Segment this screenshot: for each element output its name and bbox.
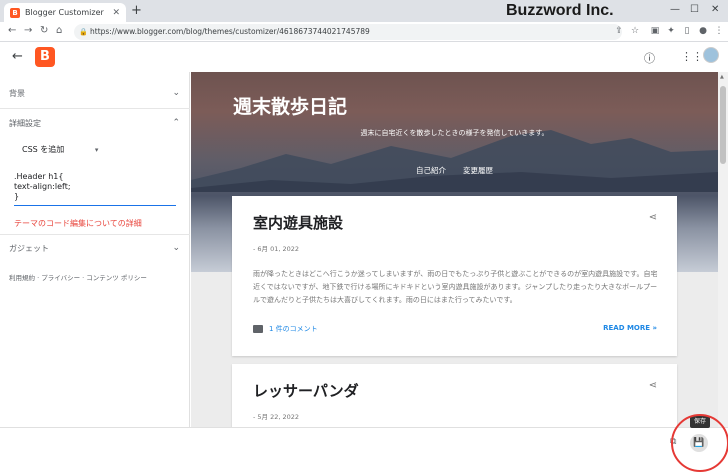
profile-icon[interactable]: ● (698, 26, 708, 36)
comments-link[interactable]: 1 件のコメント (269, 324, 318, 334)
blog-description: 週末に自宅近くを散歩したときの様子を発信していきます。 (360, 129, 549, 137)
post-card: 室内遊具施設 ⋖ - 6月 01, 2022 雨が降ったときはどこへ行こうか迷っ… (232, 196, 677, 356)
code-edit-help-link[interactable]: テーマのコード編集についての詳細 (14, 218, 142, 229)
tab-title: Blogger Customizer (25, 8, 104, 17)
divider (0, 234, 190, 235)
blogger-favicon: B (10, 7, 20, 18)
preview-scrollbar[interactable]: ▲ (718, 72, 728, 427)
blog-preview: 週末散歩日記 週末に自宅近くを散歩したときの様子を発信していきます。 自己紹介 … (191, 72, 718, 427)
close-tab-icon[interactable]: ✕ (112, 8, 120, 18)
section-background[interactable]: 背景 ⌄ (0, 88, 190, 99)
blogger-app-bar: ← B ⓘ ⋮⋮ (0, 42, 728, 72)
divider (0, 108, 190, 109)
extension-icon[interactable]: ▣ (650, 26, 660, 36)
forward-arrow-icon[interactable]: → (24, 25, 32, 36)
nav-link-history[interactable]: 変更履歴 (463, 165, 493, 176)
maximize-icon[interactable]: ☐ (690, 4, 699, 15)
section-advanced-label: 詳細設定 (9, 119, 41, 128)
scroll-up-icon[interactable]: ▲ (720, 74, 724, 80)
scrollbar-thumb[interactable] (720, 86, 726, 164)
avatar[interactable] (703, 47, 719, 63)
back-arrow-icon[interactable]: ← (8, 25, 16, 36)
chevron-down-icon: ⌄ (172, 243, 180, 253)
footer-links[interactable]: 利用規約 · プライバシー · コンテンツ ポリシー (9, 272, 147, 282)
customizer-sidebar: 背景 ⌄ 詳細設定 ⌃ CSS を追加 ▾ .Header h1{ text-a… (0, 72, 190, 427)
caret-down-icon: ▾ (94, 146, 99, 154)
css-code-field[interactable]: .Header h1{ text-align:left; } (14, 172, 176, 206)
code-line: text-align:left; (14, 182, 71, 191)
nav-link-about[interactable]: 自己紹介 (416, 165, 446, 176)
section-advanced[interactable]: 詳細設定 ⌃ (0, 118, 190, 129)
section-gadgets[interactable]: ガジェット ⌄ (0, 243, 190, 254)
puzzle-icon[interactable]: ✦ (666, 26, 676, 36)
section-gadgets-label: ガジェット (9, 244, 49, 253)
sidepanel-icon[interactable]: ▯ (682, 26, 692, 36)
back-icon[interactable]: ← (12, 49, 23, 64)
bottom-bar (0, 427, 728, 460)
post-date: - 6月 01, 2022 (253, 245, 300, 253)
window-close-icon[interactable]: ✕ (711, 4, 719, 15)
url-text: https://www.blogger.com/blog/themes/cust… (90, 27, 370, 36)
browser-tab-strip: B Blogger Customizer ✕ + Buzzword Inc. —… (0, 0, 728, 22)
code-line: } (14, 192, 20, 201)
address-bar[interactable]: 🔒 https://www.blogger.com/blog/themes/cu… (74, 24, 622, 40)
chevron-down-icon: ⌄ (172, 88, 180, 98)
post-date: - 5月 22, 2022 (253, 413, 300, 421)
post-snippet: 雨が降ったときはどこへ行こうか迷ってしまいますが、雨の日でもたっぷり子供と遊ぶこ… (253, 270, 658, 304)
post-card: レッサーパンダ ⋖ - 5月 22, 2022 (232, 364, 677, 427)
css-select-value: CSS を追加 (22, 145, 65, 154)
bookmark-star-icon[interactable]: ☆ (630, 26, 640, 36)
blogger-logo[interactable]: B (35, 47, 55, 67)
blog-title[interactable]: 週末散歩日記 (233, 92, 347, 119)
help-icon[interactable]: ⓘ (644, 50, 655, 66)
section-background-label: 背景 (9, 89, 25, 98)
share-icon[interactable]: ⋖ (649, 380, 657, 391)
css-select[interactable]: CSS を追加 ▾ (22, 144, 98, 155)
code-line: .Header h1{ (14, 172, 64, 181)
share-page-icon[interactable]: ⇪ (614, 26, 624, 36)
post-title[interactable]: 室内遊具施設 (253, 212, 343, 233)
apps-grid-icon[interactable]: ⋮⋮ (681, 50, 703, 63)
brand-watermark: Buzzword Inc. (506, 2, 614, 19)
new-tab-button[interactable]: + (131, 3, 142, 19)
home-icon[interactable]: ⌂ (56, 25, 62, 36)
post-title[interactable]: レッサーパンダ (253, 380, 359, 401)
highlight-circle (671, 414, 728, 472)
browser-tab[interactable]: B Blogger Customizer ✕ (4, 3, 126, 22)
comment-icon (253, 325, 263, 333)
browser-toolbar: ← → ↻ ⌂ 🔒 https://www.blogger.com/blog/t… (0, 22, 728, 42)
chevron-up-icon: ⌃ (172, 118, 180, 128)
lock-icon: 🔒 (79, 28, 88, 36)
reload-icon[interactable]: ↻ (40, 25, 48, 36)
share-icon[interactable]: ⋖ (649, 212, 657, 223)
read-more-link[interactable]: READ MORE » (603, 324, 657, 332)
menu-kebab-icon[interactable]: ⋮ (714, 26, 724, 36)
minimize-icon[interactable]: — (670, 4, 680, 15)
